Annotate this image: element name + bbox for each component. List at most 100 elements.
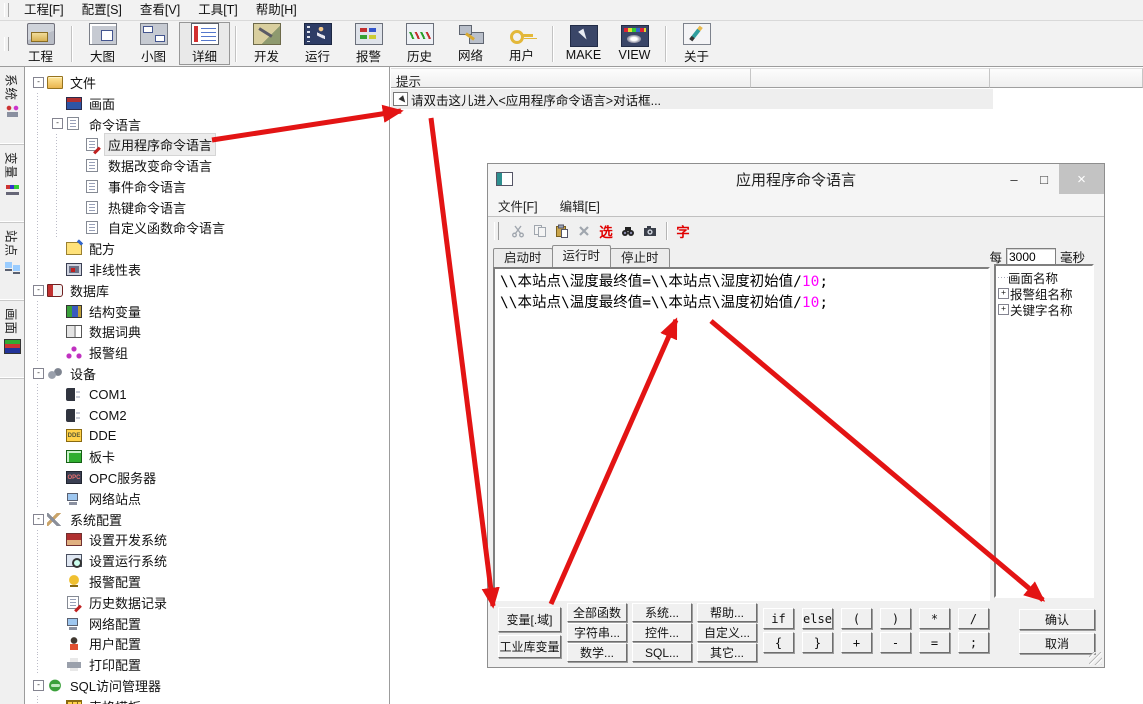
- toolbar-button-about[interactable]: 关于: [671, 22, 722, 65]
- function-group-button[interactable]: 数学...: [567, 643, 627, 662]
- tree-item[interactable]: -系统配置: [25, 509, 389, 530]
- keyword-button[interactable]: *: [919, 608, 950, 629]
- tab-运行时[interactable]: 运行时: [552, 245, 612, 267]
- tree-item[interactable]: 结构变量: [25, 301, 389, 322]
- toolbar-button-network[interactable]: 网络: [445, 22, 496, 65]
- menubar-item[interactable]: 查看[V]: [131, 1, 189, 20]
- header-column[interactable]: [751, 68, 991, 88]
- cut-icon[interactable]: [507, 222, 529, 240]
- tree-item[interactable]: 数据改变命令语言: [25, 155, 389, 176]
- menubar-item[interactable]: 工程[F]: [15, 1, 73, 20]
- function-group-button[interactable]: 其它...: [697, 643, 757, 662]
- tree-item[interactable]: 配方: [25, 238, 389, 259]
- industry-lib-button[interactable]: 工业库变量: [498, 635, 561, 658]
- copy-icon[interactable]: [529, 222, 551, 240]
- expand-toggle[interactable]: -: [33, 514, 44, 525]
- close-button[interactable]: ×: [1059, 164, 1104, 194]
- find-icon[interactable]: [617, 222, 639, 240]
- tree-item[interactable]: 热键命令语言: [25, 197, 389, 218]
- cancel-button[interactable]: 取消: [1019, 633, 1095, 654]
- expand-toggle[interactable]: -: [33, 285, 44, 296]
- tree-item[interactable]: 打印配置: [25, 654, 389, 675]
- interval-input[interactable]: [1006, 248, 1056, 266]
- function-group-button[interactable]: 自定义...: [697, 623, 757, 642]
- tree-item[interactable]: 报警配置: [25, 571, 389, 592]
- function-group-button[interactable]: 系统...: [632, 603, 692, 622]
- toolbar-button-view[interactable]: VIEW: [609, 22, 660, 65]
- tree-item[interactable]: 报警组: [25, 342, 389, 363]
- keyword-button[interactable]: =: [919, 632, 950, 653]
- tab-启动时[interactable]: 启动时: [493, 248, 553, 267]
- tree-item[interactable]: 事件命令语言: [25, 176, 389, 197]
- tree-item[interactable]: 自定义函数命令语言: [25, 218, 389, 239]
- toolbar-grip[interactable]: [4, 37, 9, 51]
- keyword-button[interactable]: if: [763, 608, 794, 629]
- dialog-menu-item[interactable]: 编辑[E]: [560, 196, 600, 215]
- minimize-button[interactable]: –: [999, 164, 1029, 194]
- tree-item[interactable]: 用户配置: [25, 634, 389, 655]
- function-group-button[interactable]: SQL...: [632, 643, 692, 662]
- tree-item[interactable]: 应用程序命令语言: [25, 134, 389, 155]
- dialog-toolbar-grip[interactable]: [494, 222, 499, 240]
- resize-grip[interactable]: [1089, 652, 1102, 665]
- side-tab-station[interactable]: 站点: [0, 223, 24, 301]
- toolbar-button-make[interactable]: MAKE: [558, 22, 609, 65]
- snapshot-icon[interactable]: [639, 222, 661, 240]
- tree-item[interactable]: DDE: [25, 426, 389, 447]
- keyword-button[interactable]: (: [841, 608, 872, 629]
- font-button[interactable]: 字: [672, 221, 694, 241]
- header-column[interactable]: [990, 68, 1143, 88]
- tree-item[interactable]: 画面: [25, 93, 389, 114]
- menubar-item[interactable]: 配置[S]: [73, 1, 131, 20]
- toolbar-button-history[interactable]: 历史: [394, 22, 445, 65]
- expand-toggle[interactable]: -: [52, 118, 63, 129]
- toolbar-button-smallicons[interactable]: 小图: [128, 22, 179, 65]
- tree-item[interactable]: 非线性表: [25, 259, 389, 280]
- tree-item[interactable]: 设置运行系统: [25, 550, 389, 571]
- select-text-button[interactable]: 选: [595, 221, 617, 241]
- toolbar-button-alarm[interactable]: 报警: [343, 22, 394, 65]
- delete-icon[interactable]: [573, 222, 595, 240]
- menubar-grip[interactable]: [4, 3, 9, 17]
- tree-item[interactable]: -文件: [25, 72, 389, 93]
- toolbar-button-bigicons[interactable]: 大图: [77, 22, 128, 65]
- keyword-button[interactable]: }: [802, 632, 833, 653]
- toolbar-button-run[interactable]: 运行: [292, 22, 343, 65]
- function-group-button[interactable]: 帮助...: [697, 603, 757, 622]
- variable-domain-button[interactable]: 变量[.域]: [498, 607, 561, 632]
- tab-停止时[interactable]: 停止时: [610, 248, 670, 267]
- keyword-button[interactable]: else: [802, 608, 833, 629]
- side-tab-screen[interactable]: 画面: [0, 301, 24, 379]
- keyword-button[interactable]: ;: [958, 632, 989, 653]
- dialog-titlebar[interactable]: 应用程序命令语言 – □ ×: [488, 164, 1104, 194]
- tree-item[interactable]: 数据词典: [25, 322, 389, 343]
- insert-tree-item[interactable]: +关键字名称: [998, 301, 1090, 317]
- tree-item[interactable]: OPC服务器: [25, 467, 389, 488]
- tree-item[interactable]: -数据库: [25, 280, 389, 301]
- confirm-button[interactable]: 确认: [1019, 609, 1095, 630]
- code-editor[interactable]: \\本站点\湿度最终值=\\本站点\湿度初始值/10;\\本站点\温度最终值=\…: [493, 267, 990, 601]
- maximize-button[interactable]: □: [1029, 164, 1059, 194]
- tree-item[interactable]: 板卡: [25, 446, 389, 467]
- keyword-button[interactable]: +: [841, 632, 872, 653]
- paste-icon[interactable]: [551, 222, 573, 240]
- expand-toggle[interactable]: -: [33, 368, 44, 379]
- toolbar-button-detail[interactable]: 详细: [179, 22, 230, 65]
- tree-item[interactable]: COM2: [25, 405, 389, 426]
- expand-toggle[interactable]: +: [998, 288, 1009, 299]
- tree-item[interactable]: 设置开发系统: [25, 530, 389, 551]
- tree-item[interactable]: -设备: [25, 363, 389, 384]
- function-group-button[interactable]: 全部函数: [567, 603, 627, 622]
- tree-item[interactable]: 历史数据记录: [25, 592, 389, 613]
- menubar-item[interactable]: 工具[T]: [189, 1, 247, 20]
- keyword-button[interactable]: -: [880, 632, 911, 653]
- tree-item[interactable]: 网络站点: [25, 488, 389, 509]
- expand-toggle[interactable]: -: [33, 77, 44, 88]
- toolbar-button-project[interactable]: 工程: [15, 22, 66, 65]
- toolbar-button-user[interactable]: 用户: [496, 22, 547, 65]
- keyword-button[interactable]: {: [763, 632, 794, 653]
- menubar-item[interactable]: 帮助[H]: [247, 1, 306, 20]
- expand-toggle[interactable]: +: [998, 304, 1009, 315]
- function-group-button[interactable]: 控件...: [632, 623, 692, 642]
- dialog-menu-item[interactable]: 文件[F]: [498, 196, 538, 215]
